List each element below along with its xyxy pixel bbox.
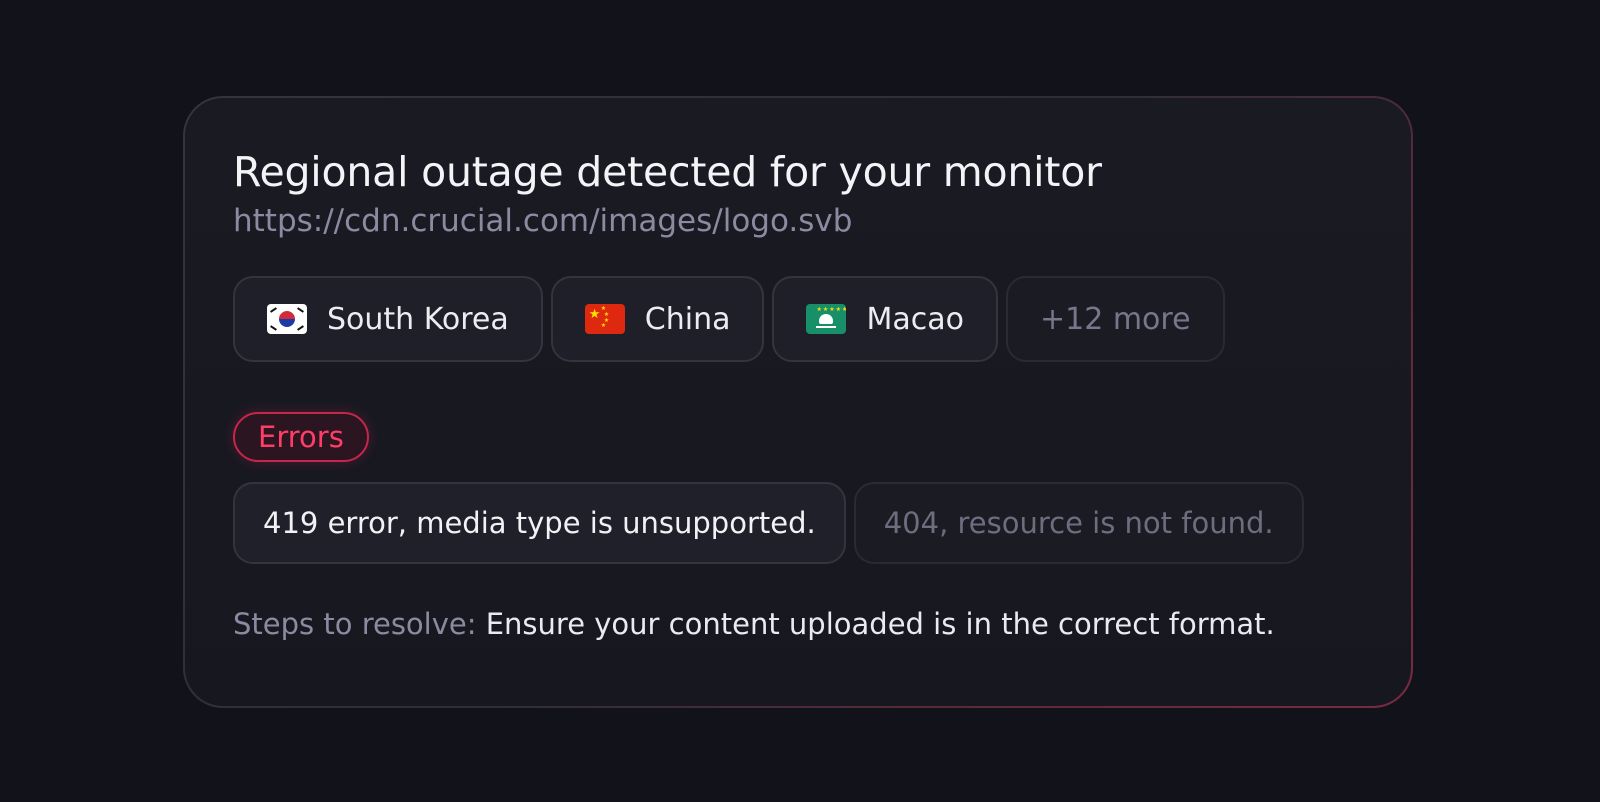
error-list: 419 error, media type is unsupported. 40… <box>233 482 1363 564</box>
errors-badge: Errors <box>233 412 369 462</box>
error-item-404[interactable]: 404, resource is not found. <box>853 482 1304 564</box>
outage-card-body: Regional outage detected for your monito… <box>185 98 1411 706</box>
region-list: South Korea ★ ★ ★ ★ ★ China ★★★★★ Macao … <box>233 276 1363 362</box>
region-label: China <box>644 301 731 337</box>
region-label: Macao <box>866 301 964 337</box>
china-flag-icon: ★ ★ ★ ★ ★ <box>584 304 625 334</box>
macao-flag-icon: ★★★★★ <box>806 304 847 334</box>
monitor-url: https://cdn.crucial.com/images/logo.svb <box>233 203 853 239</box>
region-chip-macao[interactable]: ★★★★★ Macao <box>772 276 998 362</box>
region-chip-china[interactable]: ★ ★ ★ ★ ★ China <box>550 276 765 362</box>
region-chip-south-korea[interactable]: South Korea <box>233 276 543 362</box>
resolution-text: Ensure your content uploaded is in the c… <box>485 607 1275 641</box>
error-item-419[interactable]: 419 error, media type is unsupported. <box>233 482 846 564</box>
resolution-label: Steps to resolve: <box>233 607 477 641</box>
resolution-steps: Steps to resolve: Ensure your content up… <box>233 604 1363 644</box>
more-regions-button[interactable]: +12 more <box>1005 276 1225 362</box>
outage-card: Regional outage detected for your monito… <box>183 96 1413 708</box>
alert-title: Regional outage detected for your monito… <box>233 148 1102 196</box>
south-korea-flag-icon <box>267 304 307 334</box>
region-label: South Korea <box>327 301 509 337</box>
